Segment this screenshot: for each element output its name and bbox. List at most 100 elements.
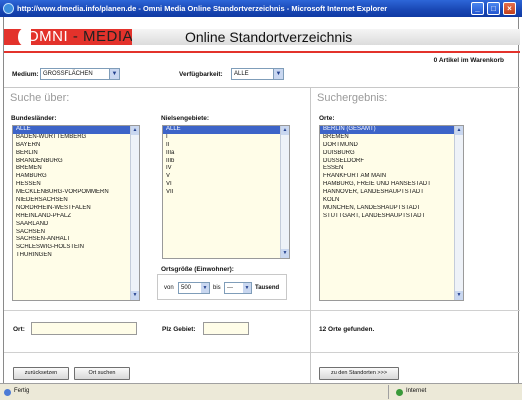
minimize-button[interactable]: _ xyxy=(471,2,484,15)
maximize-button[interactable]: □ xyxy=(487,2,500,15)
ortsgroesse-box: von 500 ▼ bis --- ▼ Tausend xyxy=(157,274,287,300)
list-item[interactable]: BREMEN xyxy=(13,165,139,173)
globe-icon xyxy=(396,389,403,396)
bundeslaender-label: Bundesländer: xyxy=(11,115,57,122)
scroll-up-icon[interactable]: ▲ xyxy=(131,126,139,135)
list-item[interactable]: IV xyxy=(163,165,289,173)
list-item[interactable]: SACHSEN xyxy=(13,229,139,237)
internet-explorer-icon xyxy=(3,3,14,14)
site-header: OMNI - MEDIA Online Standortverzeichnis xyxy=(4,24,520,50)
medium-label: Medium: xyxy=(12,71,39,78)
list-item[interactable]: DUISBURG xyxy=(320,150,463,158)
scroll-down-icon[interactable]: ▼ xyxy=(281,249,289,258)
orte-label: Orte: xyxy=(319,115,335,122)
chevron-down-icon[interactable]: ▼ xyxy=(109,69,119,79)
reset-button[interactable]: zurücksetzen xyxy=(13,367,69,380)
list-item[interactable]: V xyxy=(163,173,289,181)
list-item[interactable]: ALLE xyxy=(13,126,139,134)
page-icon xyxy=(4,389,11,396)
search-panel: Suche über: Bundesländer: ALLE BADEN-WÜRT… xyxy=(4,87,311,383)
list-item[interactable]: KÖLN xyxy=(320,197,463,205)
cart-count-text: 0 Artikel im Warenkorb xyxy=(433,57,504,64)
scrollbar[interactable]: ▲ ▼ xyxy=(130,126,139,300)
list-item[interactable]: HANNOVER, LANDESHAUPTSTADT xyxy=(320,189,463,197)
list-item[interactable]: BREMEN xyxy=(320,134,463,142)
search-title: Suche über: xyxy=(10,92,70,104)
window-title: http://www.dmedia.info/planen.de - Omni … xyxy=(17,4,388,13)
list-item[interactable]: I xyxy=(163,134,289,142)
list-item[interactable]: SCHLESWIG-HOLSTEIN xyxy=(13,244,139,252)
divider xyxy=(4,310,310,311)
list-item[interactable]: IIIa xyxy=(163,150,289,158)
found-text: 12 Orte gefunden. xyxy=(319,326,375,333)
list-item[interactable]: BAYERN xyxy=(13,142,139,150)
verfuegbarkeit-select[interactable]: ALLE ▼ xyxy=(231,68,284,80)
search-button[interactable]: Ort suchen xyxy=(74,367,130,380)
divider xyxy=(4,352,310,353)
scroll-down-icon[interactable]: ▼ xyxy=(131,291,139,300)
logo-text: OMNI - MEDIA xyxy=(27,29,133,45)
scroll-up-icon[interactable]: ▲ xyxy=(281,126,289,135)
list-item[interactable]: NORDRHEIN-WESTFALEN xyxy=(13,205,139,213)
list-item[interactable]: II xyxy=(163,142,289,150)
list-item[interactable]: BRANDENBURG xyxy=(13,158,139,166)
header-divider xyxy=(4,51,520,53)
list-item[interactable]: HAMBURG xyxy=(13,173,139,181)
bis-label: bis xyxy=(213,285,221,291)
chevron-down-icon[interactable]: ▼ xyxy=(243,283,251,293)
plz-input[interactable] xyxy=(203,322,249,335)
orte-listbox[interactable]: BERLIN (GESAMT) BREMEN DORTMUND DUISBURG DÜS… xyxy=(319,125,464,301)
list-item[interactable]: FRANKFURT AM MAIN xyxy=(320,173,463,181)
list-item[interactable]: MECKLENBURG-VORPOMMERN xyxy=(13,189,139,197)
bis-select[interactable]: --- ▼ xyxy=(224,282,252,294)
ort-input[interactable] xyxy=(31,322,137,335)
list-item[interactable]: THÜRINGEN xyxy=(13,252,139,260)
list-item[interactable]: VII xyxy=(163,189,289,197)
results-panel: Suchergebnis: Orte: BERLIN (GESAMT) BREME… xyxy=(311,87,520,383)
list-item[interactable]: SACHSEN-ANHALT xyxy=(13,236,139,244)
medium-select[interactable]: GROSSFLÄCHEN ▼ xyxy=(40,68,120,80)
von-select[interactable]: 500 ▼ xyxy=(178,282,210,294)
list-item[interactable]: BERLIN xyxy=(13,150,139,158)
scroll-down-icon[interactable]: ▼ xyxy=(455,291,463,300)
verfuegbarkeit-select-value: ALLE xyxy=(234,71,249,77)
list-item[interactable]: NIEDERSACHSEN xyxy=(13,197,139,205)
logo-omni: OMNI xyxy=(27,28,69,45)
list-item[interactable]: STUTTGART, LANDESHAUPTSTADT xyxy=(320,213,463,221)
logo-media: - MEDIA xyxy=(68,28,134,45)
list-item[interactable]: VI xyxy=(163,181,289,189)
list-item[interactable]: ESSEN xyxy=(320,165,463,173)
ort-label: Ort: xyxy=(13,326,25,333)
divider xyxy=(311,310,520,311)
list-item[interactable]: RHEINLAND-PFALZ xyxy=(13,213,139,221)
list-item[interactable]: DORTMUND xyxy=(320,142,463,150)
status-bar: Fertig Internet xyxy=(0,383,522,400)
list-item[interactable]: SAARLAND xyxy=(13,221,139,229)
status-text: Fertig xyxy=(14,388,30,394)
list-item[interactable]: HAMBURG, FREIE UND HANSESTADT xyxy=(320,181,463,189)
nielsen-label: Nielsengebiete: xyxy=(161,115,210,122)
bis-select-value: --- xyxy=(227,285,233,291)
nielsen-listbox[interactable]: ALLE I II IIIa IIIb IV V VI VII ▲ ▼ xyxy=(162,125,290,259)
tausend-label: Tausend xyxy=(255,285,280,291)
list-item[interactable]: IIIb xyxy=(163,158,289,166)
plz-label: Plz Gebiet: xyxy=(162,326,196,333)
list-item[interactable]: ALLE xyxy=(163,126,289,134)
zone-text: Internet xyxy=(406,388,427,394)
list-item[interactable]: BADEN-WÜRTTEMBERG xyxy=(13,134,139,142)
scroll-up-icon[interactable]: ▲ xyxy=(455,126,463,135)
chevron-down-icon[interactable]: ▼ xyxy=(201,283,209,293)
status-divider xyxy=(388,385,389,399)
close-button[interactable]: × xyxy=(503,2,516,15)
chevron-down-icon[interactable]: ▼ xyxy=(273,69,283,79)
list-item[interactable]: DÜSSELDORF xyxy=(320,158,463,166)
list-item[interactable]: BERLIN (GESAMT) xyxy=(320,126,463,134)
scrollbar[interactable]: ▲ ▼ xyxy=(454,126,463,300)
scrollbar[interactable]: ▲ ▼ xyxy=(280,126,289,258)
page-title: Online Standortverzeichnis xyxy=(132,29,520,45)
to-locations-button[interactable]: zu den Standorten >>> xyxy=(319,367,399,380)
list-item[interactable]: MÜNCHEN, LANDESHAUPTSTADT xyxy=(320,205,463,213)
list-item[interactable]: HESSEN xyxy=(13,181,139,189)
verfuegbarkeit-label: Verfügbarkeit: xyxy=(179,71,223,78)
bundeslaender-listbox[interactable]: ALLE BADEN-WÜRTTEMBERG BAYERN BERLIN BRANDEN… xyxy=(12,125,140,301)
